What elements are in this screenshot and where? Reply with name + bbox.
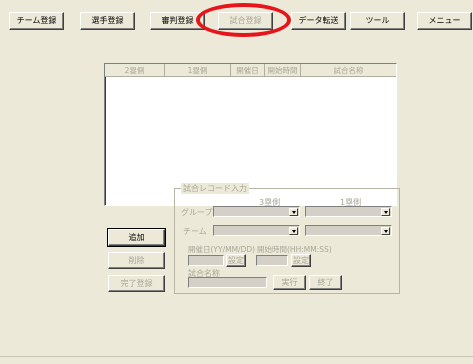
delete-button[interactable]: 削除 (108, 252, 165, 269)
end-button[interactable]: 終了 (309, 275, 342, 290)
chevron-down-icon[interactable] (381, 208, 390, 216)
date-input[interactable] (188, 255, 224, 266)
player-register-button[interactable]: 選手登録 (80, 12, 135, 30)
add-button[interactable]: 追加 (107, 228, 166, 247)
data-transfer-button[interactable]: データ転送 (291, 12, 346, 30)
column-header-match-name[interactable]: 試合名称 (301, 64, 396, 77)
team-register-button[interactable]: チーム登録 (9, 12, 64, 30)
start-time-input[interactable] (256, 255, 288, 266)
match-name-input[interactable] (188, 277, 267, 288)
team-3b-select[interactable] (213, 225, 300, 236)
match-list[interactable]: 2塁側 1塁側 開催日 開始時間 試合名称 (104, 63, 397, 206)
execute-button[interactable]: 実行 (273, 275, 306, 290)
group-1b-select[interactable] (305, 206, 392, 217)
group-3b-select[interactable] (213, 206, 300, 217)
group-label: グループ (181, 208, 213, 217)
chevron-down-icon[interactable] (289, 208, 298, 216)
tools-button[interactable]: ツール (350, 12, 405, 30)
column-header-3b-side[interactable]: 2塁側 (105, 64, 165, 77)
date-set-button[interactable]: 設定 (226, 254, 246, 267)
column-header-start-time[interactable]: 開始時間 (265, 64, 301, 77)
menu-button[interactable]: メニュー (417, 12, 472, 30)
highlight-ring (196, 3, 291, 37)
status-divider (0, 356, 473, 357)
column-header-date[interactable]: 開催日 (231, 64, 265, 77)
column-header-1b-side[interactable]: 1塁側 (165, 64, 231, 77)
match-record-title: 試合レコード入力 (181, 183, 249, 194)
chevron-down-icon[interactable] (381, 227, 390, 235)
time-set-button[interactable]: 設定 (291, 254, 311, 267)
chevron-down-icon[interactable] (289, 227, 298, 235)
team-1b-select[interactable] (305, 225, 392, 236)
team-label: チーム (183, 227, 207, 236)
full-register-button[interactable]: 完了登録 (108, 275, 165, 292)
